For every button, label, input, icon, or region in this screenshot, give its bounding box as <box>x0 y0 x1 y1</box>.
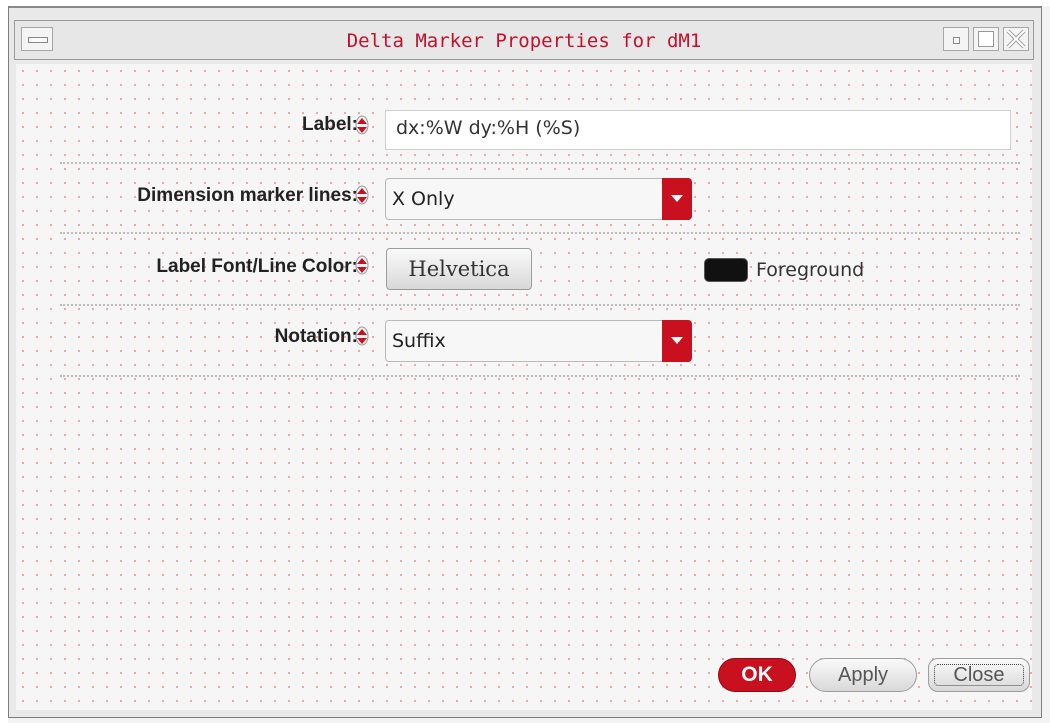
close-button[interactable]: Close <box>928 658 1030 692</box>
dimension-marker-lines-select[interactable]: X Only <box>385 178 692 220</box>
label-field-label: Label: <box>302 114 358 135</box>
row-divider <box>60 375 1020 377</box>
color-name-label: Foreground <box>756 259 865 281</box>
color-swatch[interactable] <box>704 258 748 282</box>
apply-button[interactable]: Apply <box>809 658 917 692</box>
notation-value: Suffix <box>392 330 446 352</box>
close-x-icon <box>1006 29 1026 49</box>
row-divider <box>60 304 1020 306</box>
minimize-button[interactable] <box>943 27 969 51</box>
maximize-button[interactable] <box>973 27 999 51</box>
desktop-left <box>0 0 8 723</box>
spin-arrow-icon[interactable] <box>354 326 370 346</box>
title-bar[interactable]: Delta Marker Properties for dM1 <box>14 20 1034 60</box>
row-divider <box>60 232 1020 234</box>
close-window-button[interactable] <box>1003 27 1029 51</box>
notation-label: Notation: <box>274 326 358 347</box>
ok-button[interactable]: OK <box>718 658 796 692</box>
dialog-content: Label: dx:%W dy:%H (%S) Dimension marker… <box>16 64 1032 710</box>
maximize-icon <box>978 31 994 47</box>
spin-arrow-icon[interactable] <box>354 255 370 275</box>
window-title: Delta Marker Properties for dM1 <box>346 30 702 52</box>
font-select-button[interactable]: Helvetica <box>386 248 532 290</box>
spin-arrow-icon[interactable] <box>354 185 370 205</box>
row-divider <box>60 162 1020 164</box>
chevron-down-icon[interactable] <box>662 320 692 362</box>
notation-select[interactable]: Suffix <box>385 320 692 362</box>
dimension-marker-lines-value: X Only <box>392 188 455 210</box>
dimension-marker-lines-label: Dimension marker lines: <box>137 185 358 206</box>
chevron-down-icon[interactable] <box>662 178 692 220</box>
spin-arrow-icon[interactable] <box>354 115 370 135</box>
minimize-icon <box>953 37 960 44</box>
label-input[interactable]: dx:%W dy:%H (%S) <box>385 110 1011 150</box>
label-font-line-color-label: Label Font/Line Color: <box>156 256 358 277</box>
